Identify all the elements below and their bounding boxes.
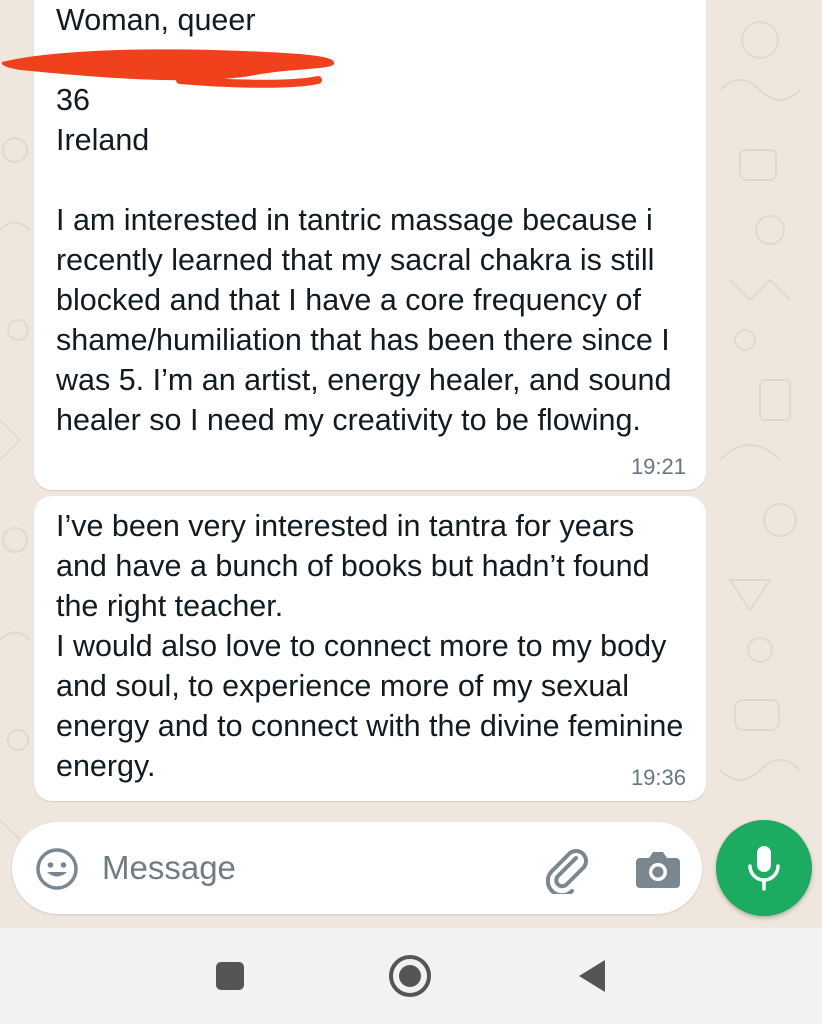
- circle-icon: [389, 955, 431, 997]
- microphone-icon: [748, 846, 780, 891]
- home-button[interactable]: [382, 948, 438, 1004]
- camera-icon[interactable]: [634, 846, 682, 892]
- redaction-scribble: [1, 49, 335, 88]
- message-text: I’ve been very interested in tantra for …: [56, 509, 684, 783]
- message-composer: [12, 822, 702, 914]
- emoji-icon[interactable]: [34, 846, 80, 892]
- message-bubble[interactable]: I’ve been very interested in tantra for …: [34, 496, 706, 801]
- message-timestamp: 19:21: [630, 454, 686, 479]
- paperclip-icon[interactable]: [542, 844, 592, 894]
- message-input[interactable]: [102, 840, 522, 896]
- recent-apps-button[interactable]: [202, 948, 258, 1004]
- back-button[interactable]: [564, 948, 620, 1004]
- square-icon: [216, 962, 244, 990]
- triangle-back-icon: [579, 960, 605, 992]
- system-navigation-bar: [0, 928, 822, 1024]
- voice-message-button[interactable]: [716, 820, 812, 916]
- message-timestamp: 19:36: [630, 765, 686, 790]
- chat-background: Woman, queer 36 Ireland I am interested …: [0, 0, 822, 928]
